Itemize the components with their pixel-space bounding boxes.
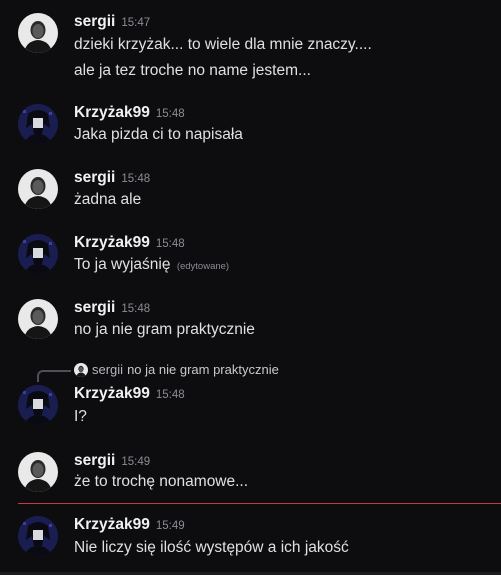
avatar[interactable] bbox=[18, 169, 58, 209]
timestamp: 15:48 bbox=[155, 238, 185, 250]
message-text: ale ja tez troche no name jestem... bbox=[74, 62, 311, 79]
timestamp: 15:47 bbox=[121, 17, 151, 29]
reply-text[interactable]: no ja nie gram praktycznie bbox=[127, 362, 279, 377]
message-header: sergii 15:48 bbox=[74, 298, 150, 318]
message-text: To ja wyjaśnię (edytowane) bbox=[74, 255, 229, 277]
timestamp: 15:48 bbox=[121, 303, 151, 315]
reply-connector bbox=[37, 370, 71, 382]
avatar[interactable] bbox=[18, 234, 58, 274]
message-text: Nie liczy się ilość występów a ich jakoś… bbox=[74, 539, 349, 556]
username[interactable]: sergii bbox=[74, 452, 115, 469]
timestamp: 15:48 bbox=[155, 389, 185, 401]
message-header: Krzyżak99 15:48 bbox=[74, 384, 185, 404]
message-text: że to trochę nonamowe... bbox=[74, 473, 249, 490]
edited-label: (edytowane) bbox=[176, 261, 230, 272]
timestamp: 15:49 bbox=[121, 456, 151, 468]
message-header: sergii 15:47 bbox=[74, 12, 150, 32]
avatar[interactable] bbox=[18, 299, 58, 339]
reply-avatar bbox=[74, 363, 88, 377]
avatar[interactable] bbox=[18, 452, 58, 492]
timestamp: 15:49 bbox=[155, 520, 185, 532]
username[interactable]: sergii bbox=[74, 13, 115, 30]
message-header: sergii 15:49 bbox=[74, 451, 150, 471]
message-header: sergii 15:48 bbox=[74, 168, 150, 188]
username[interactable]: Krzyżak99 bbox=[74, 516, 150, 533]
avatar[interactable] bbox=[18, 13, 58, 53]
message-header: Krzyżak99 15:49 bbox=[74, 515, 185, 535]
avatar[interactable] bbox=[18, 104, 58, 144]
message-header: Krzyżak99 15:48 bbox=[74, 103, 185, 123]
message-text: żadna ale bbox=[74, 191, 142, 208]
message-text: Jaka pizda ci to napisała bbox=[74, 126, 243, 143]
username[interactable]: Krzyżak99 bbox=[74, 234, 150, 251]
message-text: dzieki krzyżak... to wiele dla mnie znac… bbox=[74, 36, 372, 53]
message-text: I? bbox=[74, 408, 87, 425]
message-text-content: To ja wyjaśnię bbox=[74, 256, 171, 273]
new-messages-divider bbox=[18, 503, 501, 504]
timestamp: 15:48 bbox=[121, 173, 151, 185]
message-text: no ja nie gram praktycznie bbox=[74, 321, 255, 338]
reply-username[interactable]: sergii bbox=[92, 362, 123, 377]
username[interactable]: sergii bbox=[74, 299, 115, 316]
reply-preview[interactable]: sergii no ja nie gram praktycznie bbox=[74, 361, 279, 379]
avatar[interactable] bbox=[18, 516, 58, 556]
username[interactable]: Krzyżak99 bbox=[74, 385, 150, 402]
message-header: Krzyżak99 15:48 bbox=[74, 233, 185, 253]
timestamp: 15:48 bbox=[155, 108, 185, 120]
username[interactable]: Krzyżak99 bbox=[74, 104, 150, 121]
avatar[interactable] bbox=[18, 385, 58, 425]
username[interactable]: sergii bbox=[74, 169, 115, 186]
